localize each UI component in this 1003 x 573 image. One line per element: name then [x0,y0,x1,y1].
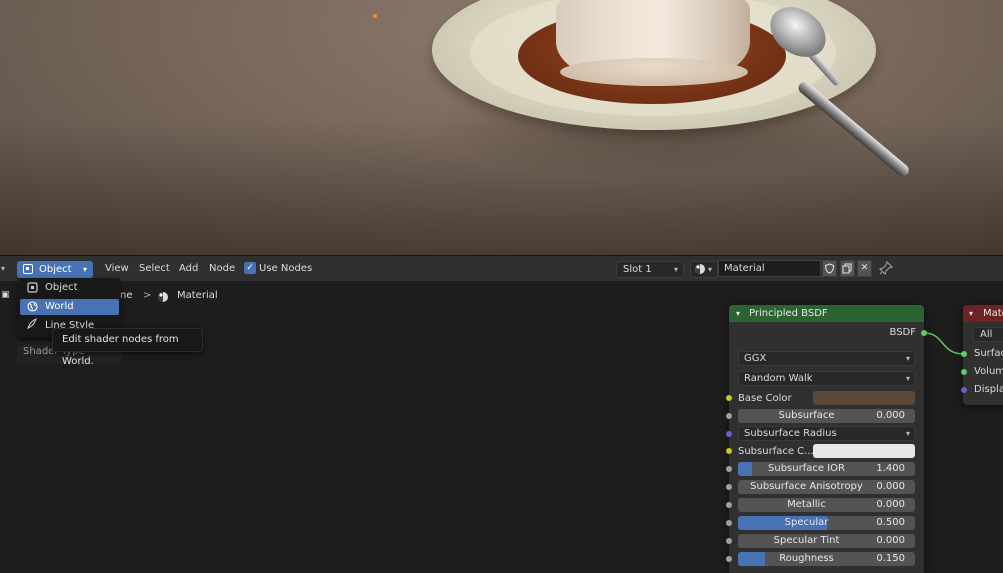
slider-value: 0.000 [876,499,905,510]
menu-add[interactable]: Add [179,256,198,282]
unlink-material-close-icon[interactable]: ✕ [857,260,872,277]
specular-slider[interactable]: Specular 0.500 [738,516,915,530]
breadcrumb-object-name: ne [120,290,133,301]
distribution-dropdown[interactable]: GGX ▾ [738,351,915,366]
subsurface-radius-label: Subsurface Radius [744,428,837,439]
subsurface-color-swatch[interactable] [813,444,915,458]
menu-item-label: Object [45,282,78,293]
volume-input-socket[interactable] [961,369,967,375]
menu-item-label: World [45,301,74,312]
surface-input-socket[interactable] [961,351,967,357]
subsurface-color-socket[interactable] [726,448,732,454]
metallic-socket[interactable] [726,502,732,508]
chevron-down-icon[interactable]: ▾ [969,305,973,322]
specular-socket[interactable] [726,520,732,526]
menu-node[interactable]: Node [209,256,235,282]
pin-icon[interactable] [878,255,894,281]
blender-window: ▾ Object ▾ View Select Add Node Use Node… [0,0,1003,573]
bsdf-output-socket[interactable] [921,330,927,336]
fake-user-shield-icon[interactable] [822,260,837,277]
slider-value: 0.150 [876,553,905,564]
distribution-value: GGX [744,353,767,364]
line-style-icon [26,318,38,330]
world-icon [26,301,38,313]
object-icon [26,282,38,294]
use-nodes-checkbox[interactable]: ✓ [244,262,256,274]
subsurface-method-value: Random Walk [744,373,813,384]
specular-tint-slider[interactable]: Specular Tint 0.000 [738,534,915,548]
chevron-down-icon: ▾ [707,265,712,274]
material-output-node[interactable]: ▾ Mate All Surface Volume Displac [963,305,1003,405]
breadcrumb-separator-icon: > [143,290,152,301]
surface-input-label: Surface [974,348,1003,359]
subsurface-color-label: Subsurface C... [738,446,814,457]
subsurface-ior-slider[interactable]: Subsurface IOR 1.400 [738,462,915,476]
breadcrumb-material: Material [177,290,218,301]
specular-tint-socket[interactable] [726,538,732,544]
metallic-slider[interactable]: Metallic 0.000 [738,498,915,512]
slot-dropdown[interactable]: Slot 1 ▾ [616,261,684,278]
slider-value: 1.400 [876,463,905,474]
roughness-slider[interactable]: Roughness 0.150 [738,552,915,566]
slot-label: Slot 1 [623,264,652,275]
render-viewport[interactable] [0,0,1003,255]
output-target-dropdown[interactable]: All [973,327,1003,342]
principled-bsdf-node[interactable]: ▾ Principled BSDF BSDF GGX ▾ Random Walk… [729,305,924,573]
object-icon [23,264,33,274]
subsurface-anisotropy-socket[interactable] [726,484,732,490]
node-header[interactable]: ▾ Principled BSDF [729,305,924,322]
base-color-label: Base Color [738,393,792,404]
roughness-socket[interactable] [726,556,732,562]
subsurface-socket[interactable] [726,413,732,419]
subsurface-radius-socket[interactable] [726,431,732,437]
slider-value: 0.500 [876,517,905,528]
chevron-down-icon[interactable]: ▾ [736,305,740,322]
pudding-base [560,58,748,86]
chevron-down-icon: ▾ [905,429,910,438]
bsdf-output-label: BSDF [889,327,916,338]
object-origin-dot [373,14,377,18]
editor-type-chevron-icon[interactable]: ▾ [1,256,5,282]
material-sphere-icon [695,264,705,274]
tooltip: Edit shader nodes from World. [52,328,203,367]
chevron-down-icon: ▾ [673,265,678,274]
base-color-socket[interactable] [726,395,732,401]
node-header[interactable]: ▾ Mate [963,305,1003,322]
menu-select[interactable]: Select [139,256,170,282]
material-browse-dropdown[interactable]: ▾ [690,261,718,278]
slider-value: 0.000 [876,481,905,492]
subsurface-ior-socket[interactable] [726,466,732,472]
chevron-down-icon: ▾ [905,354,910,363]
subsurface-method-dropdown[interactable]: Random Walk ▾ [738,371,915,386]
menu-item-object[interactable]: Object [20,280,119,296]
displacement-input-label: Displac [974,384,1003,395]
shader-type-label: Object [39,264,72,275]
chevron-down-icon: ▾ [82,265,87,274]
use-nodes-label[interactable]: Use Nodes [259,256,312,282]
duplicate-material-icon[interactable] [840,260,855,277]
material-sphere-icon [158,292,168,302]
shader-type-dropdown[interactable]: Object ▾ [17,261,93,278]
node-title: Principled BSDF [749,308,828,319]
volume-input-label: Volume [974,366,1003,377]
material-name-field[interactable]: Material [718,260,821,277]
base-color-swatch[interactable] [813,391,915,405]
slider-value: 0.000 [876,410,905,421]
object-icon: ▣ [1,290,10,300]
node-title: Mate [983,308,1003,319]
subsurface-anisotropy-slider[interactable]: Subsurface Anisotropy 0.000 [738,480,915,494]
menu-item-world[interactable]: World [20,299,119,315]
subsurface-slider[interactable]: Subsurface 0.000 [738,409,915,423]
chevron-down-icon: ▾ [905,374,910,383]
displacement-input-socket[interactable] [961,387,967,393]
slider-value: 0.000 [876,535,905,546]
subsurface-radius-dropdown[interactable]: Subsurface Radius ▾ [738,426,915,441]
